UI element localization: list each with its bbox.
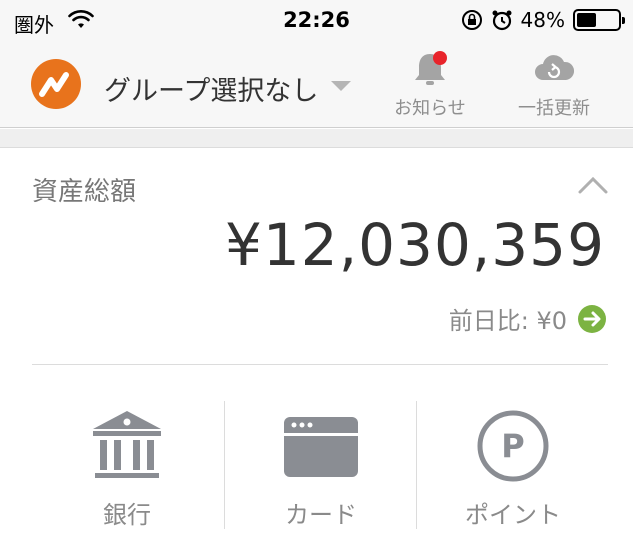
card-icon bbox=[284, 417, 358, 477]
bank-icon bbox=[93, 411, 161, 478]
chevron-up-icon[interactable] bbox=[577, 175, 609, 195]
day-diff-label: 前日比: ¥0 bbox=[448, 307, 567, 335]
battery-fill bbox=[577, 13, 596, 27]
alarm-icon bbox=[492, 10, 512, 31]
category-label: カード bbox=[285, 501, 357, 529]
battery-cap bbox=[622, 17, 625, 24]
group-selector[interactable]: グループ選択なし bbox=[104, 69, 318, 108]
category-grid: 銀行 カード P ポイント bbox=[30, 401, 610, 531]
divider bbox=[32, 364, 608, 365]
category-card[interactable]: カード bbox=[224, 401, 418, 531]
arrow-right-circle-icon[interactable] bbox=[577, 304, 607, 334]
category-point[interactable]: P ポイント bbox=[416, 401, 610, 531]
nav-bar: グループ選択なし お知らせ 一括更新 bbox=[0, 44, 633, 128]
category-bank[interactable]: 銀行 bbox=[30, 401, 224, 531]
battery-icon bbox=[573, 9, 625, 31]
section-gap bbox=[0, 129, 633, 148]
cloud-refresh-icon bbox=[535, 55, 575, 80]
refresh-label: 一括更新 bbox=[518, 98, 590, 119]
status-right: 48% bbox=[461, 8, 625, 32]
point-icon: P bbox=[477, 410, 549, 482]
category-label: ポイント bbox=[465, 501, 561, 529]
notice-button[interactable]: お知らせ bbox=[370, 50, 490, 120]
bell-icon bbox=[415, 51, 447, 85]
category-label: 銀行 bbox=[103, 501, 151, 529]
svg-text:P: P bbox=[501, 427, 524, 465]
asset-total-amount: ¥12,030,359 bbox=[225, 211, 605, 279]
battery-percent: 48% bbox=[520, 8, 565, 32]
asset-summary-card: 資産総額 ¥12,030,359 前日比: ¥0 銀行 カード P ポイント bbox=[0, 149, 633, 551]
asset-total-title: 資産総額 bbox=[32, 177, 137, 207]
day-diff-row[interactable]: 前日比: ¥0 bbox=[449, 301, 607, 336]
rotation-lock-icon bbox=[461, 10, 482, 30]
app-logo-icon[interactable] bbox=[30, 58, 82, 110]
refresh-all-button[interactable]: 一括更新 bbox=[494, 50, 614, 120]
status-bar: 圏外 22:26 48% bbox=[0, 0, 633, 44]
notice-label: お知らせ bbox=[394, 98, 466, 119]
caret-down-icon[interactable] bbox=[331, 81, 351, 91]
